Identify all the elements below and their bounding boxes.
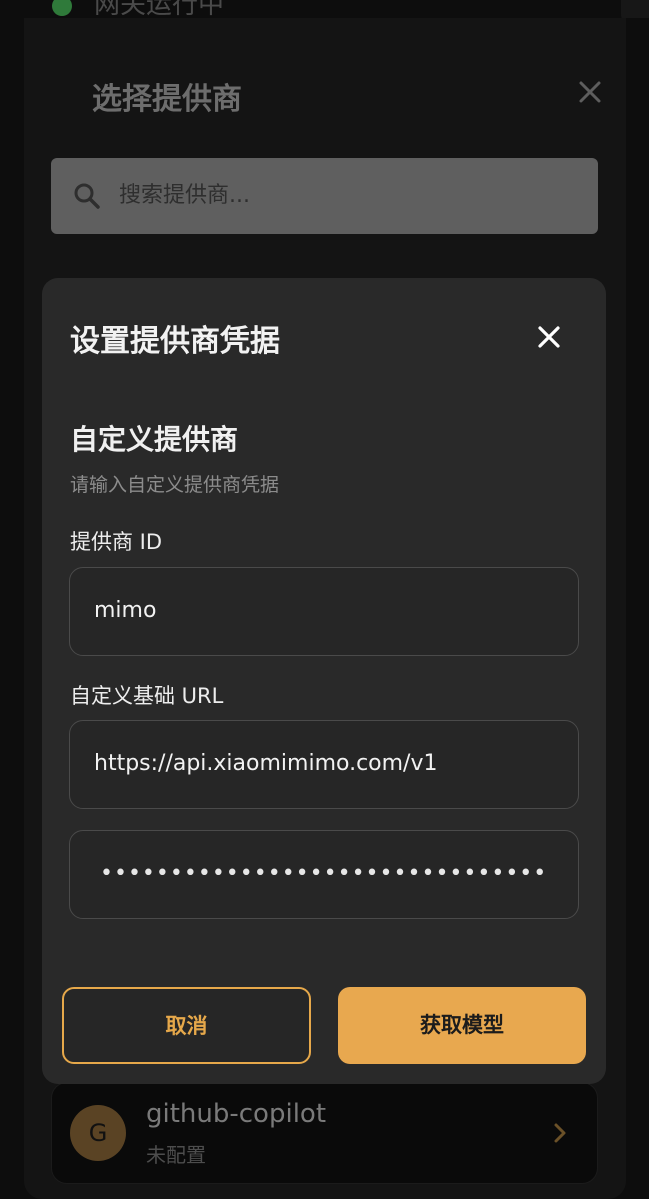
- base-url-input[interactable]: https://api.xiaomimimo.com/v1: [69, 720, 579, 809]
- provider-id-input[interactable]: mimo: [69, 567, 579, 656]
- close-icon: [579, 81, 601, 103]
- provider-item-github-copilot[interactable]: G github-copilot 未配置: [51, 1082, 598, 1184]
- chevron-right-icon: [554, 1123, 566, 1143]
- picker-close-button[interactable]: [572, 74, 608, 110]
- dialog-title: 设置提供商凭据: [70, 324, 280, 359]
- section-description: 请输入自定义提供商凭据: [70, 474, 280, 496]
- gateway-status-indicator: [52, 0, 72, 16]
- close-icon: [538, 326, 560, 348]
- avatar: G: [70, 1105, 126, 1161]
- base-url-label: 自定义基础 URL: [70, 684, 224, 708]
- provider-id-label: 提供商 ID: [70, 530, 163, 554]
- provider-status: 未配置: [146, 1143, 206, 1167]
- search-placeholder: 搜索提供商...: [119, 183, 250, 208]
- picker-title: 选择提供商: [92, 82, 242, 117]
- search-icon: [74, 183, 100, 209]
- api-key-input[interactable]: ••••••••••••••••••••••••••••••••: [69, 830, 579, 919]
- gateway-status-text: 网关运行中: [94, 0, 225, 18]
- status-bar: 网关运行中: [0, 0, 649, 18]
- provider-name: github-copilot: [146, 1099, 327, 1129]
- status-bar-edge: [621, 0, 649, 18]
- fetch-models-button[interactable]: 获取模型: [338, 987, 586, 1064]
- dialog-close-button[interactable]: [532, 320, 566, 354]
- provider-search-input[interactable]: 搜索提供商...: [51, 158, 598, 234]
- section-heading: 自定义提供商: [70, 423, 239, 456]
- cancel-button[interactable]: 取消: [62, 987, 311, 1064]
- credentials-dialog: 设置提供商凭据 自定义提供商 请输入自定义提供商凭据 提供商 ID mimo 自…: [42, 278, 606, 1084]
